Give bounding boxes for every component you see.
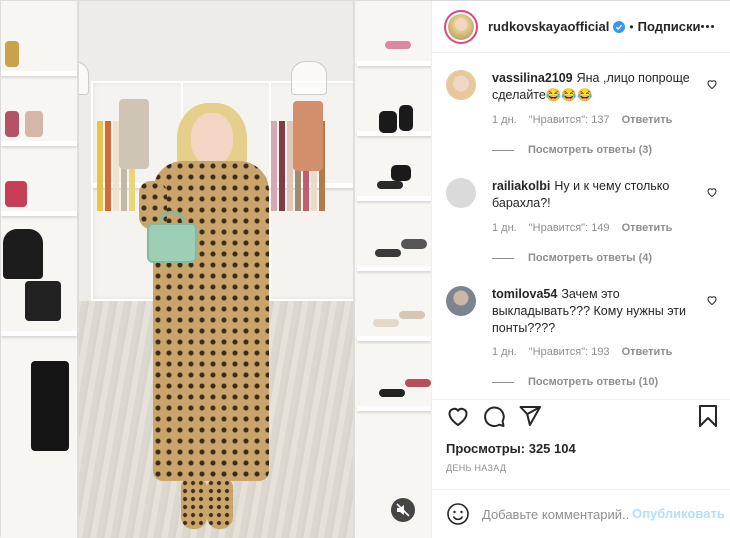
paper-plane-icon[interactable]: [518, 404, 542, 428]
comments-list[interactable]: vassilina2109 Яна ,лицо попроще сделайте😂…: [432, 54, 730, 398]
comment-likes[interactable]: "Нравится": 137: [529, 114, 610, 126]
commenter-username[interactable]: vassilina2109: [492, 71, 573, 85]
view-replies-label: Посмотреть ответы (4): [528, 252, 653, 264]
author-avatar[interactable]: [444, 9, 478, 44]
verified-badge-icon: [613, 20, 626, 33]
author-username[interactable]: rudkovskayaofficial: [488, 19, 609, 34]
commenter-avatar[interactable]: [446, 70, 476, 100]
view-replies-button[interactable]: Посмотреть ответы (3): [492, 144, 652, 156]
comment-likes[interactable]: "Нравится": 193: [529, 346, 610, 358]
views-count[interactable]: Просмотры: 325 104: [446, 441, 576, 456]
reply-button[interactable]: Ответить: [622, 114, 673, 126]
comment-meta: 1 дн. "Нравится": 137 Ответить: [492, 114, 684, 126]
publish-button[interactable]: Опубликовать: [632, 506, 725, 521]
comment-meta: 1 дн. "Нравится": 149 Ответить: [492, 222, 684, 234]
views-number: 325 104: [528, 441, 576, 456]
comment-likes[interactable]: "Нравится": 149: [529, 222, 610, 234]
reply-button[interactable]: Ответить: [622, 346, 673, 358]
post-actions-bar: [432, 399, 730, 433]
comment-text-block: railiakolbi Ну и к чему столько барахла?!: [492, 178, 704, 212]
commenter-username[interactable]: railiakolbi: [492, 179, 550, 193]
comment-time: 1 дн.: [492, 114, 517, 126]
more-options-icon[interactable]: [700, 19, 718, 35]
post-date[interactable]: ДЕНЬ НАЗАД: [446, 463, 506, 473]
left-shelving: [1, 1, 79, 538]
post-side-panel: rudkovskayaofficial • Подписки vassilina…: [431, 1, 730, 538]
instagram-post: rudkovskayaofficial • Подписки vassilina…: [0, 0, 730, 538]
commenter-avatar[interactable]: [446, 286, 476, 316]
comment-icon[interactable]: [482, 404, 506, 428]
add-comment-bar: Опубликовать: [432, 489, 730, 538]
post-header: rudkovskayaofficial • Подписки: [432, 1, 730, 53]
view-replies-button[interactable]: Посмотреть ответы (4): [492, 252, 652, 264]
comment-input[interactable]: [482, 504, 630, 524]
following-button[interactable]: Подписки: [638, 19, 701, 34]
smiley-icon[interactable]: [446, 502, 470, 526]
views-label: Просмотры:: [446, 441, 526, 456]
speaker-muted-icon: [396, 503, 410, 517]
post-video[interactable]: [1, 1, 431, 538]
right-shoe-shelving: [353, 1, 431, 538]
heart-icon[interactable]: [706, 186, 718, 198]
view-replies-label: Посмотреть ответы (10): [528, 376, 659, 388]
commenter-username[interactable]: tomilova54: [492, 287, 557, 301]
heart-icon[interactable]: [706, 294, 718, 306]
view-replies-label: Посмотреть ответы (3): [528, 144, 653, 156]
comment-time: 1 дн.: [492, 346, 517, 358]
heart-icon[interactable]: [446, 404, 470, 428]
mint-handbag: [147, 223, 197, 263]
bookmark-icon[interactable]: [696, 404, 720, 428]
heart-icon[interactable]: [706, 78, 718, 90]
comment-meta: 1 дн. "Нравится": 193 Ответить: [492, 346, 684, 358]
comment-text-block: vassilina2109 Яна ,лицо попроще сделайте😂…: [492, 70, 704, 104]
view-replies-button[interactable]: Посмотреть ответы (10): [492, 376, 658, 388]
comment-text-block: tomilova54 Зачем это выкладывать??? Кому …: [492, 286, 704, 337]
reply-button[interactable]: Ответить: [622, 222, 673, 234]
header-separator: •: [629, 19, 634, 34]
comment-time: 1 дн.: [492, 222, 517, 234]
commenter-avatar[interactable]: [446, 178, 476, 208]
mute-button[interactable]: [391, 498, 415, 522]
ceiling-lamp: [291, 61, 327, 95]
